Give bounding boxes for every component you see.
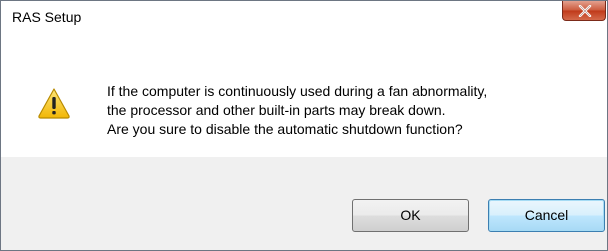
title-bar[interactable]: RAS Setup <box>1 1 607 33</box>
cancel-button[interactable]: Cancel <box>488 199 605 232</box>
dialog-message: If the computer is continuously used dur… <box>107 82 487 139</box>
message-line: Are you sure to disable the automatic sh… <box>107 121 463 137</box>
close-icon <box>578 5 592 17</box>
close-button[interactable] <box>562 1 606 21</box>
dialog-window: RAS Setup If the computer is continuousl… <box>0 0 608 251</box>
window-title: RAS Setup <box>12 9 82 25</box>
message-line: If the computer is continuously used dur… <box>107 83 488 99</box>
message-line: the processor and other built-in parts m… <box>107 102 446 118</box>
warning-icon <box>37 87 71 124</box>
ok-button[interactable]: OK <box>352 199 469 232</box>
